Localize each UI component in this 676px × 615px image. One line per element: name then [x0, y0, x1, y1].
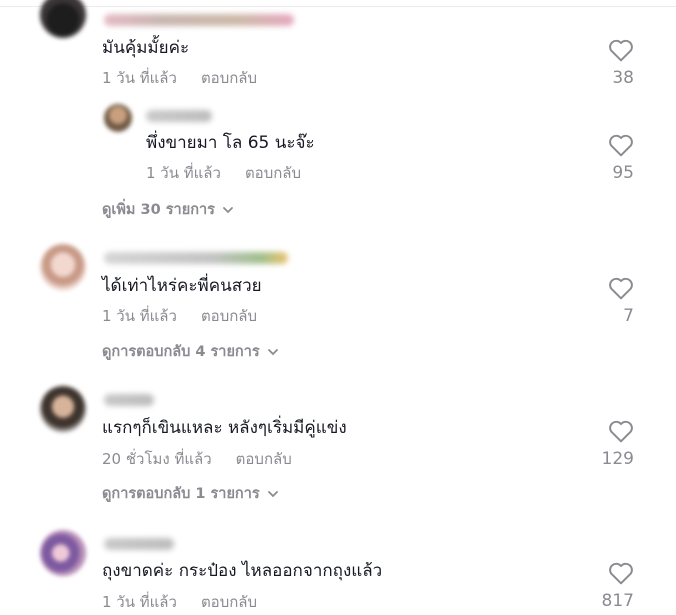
comment-time: 1 วัน ที่แล้ว: [102, 69, 177, 87]
view-more-label: ดูเพิ่ม 30 รายการ: [102, 202, 215, 218]
like-count: 95: [612, 163, 634, 183]
view-more-replies-button[interactable]: ดูเพิ่ม 30 รายการ: [102, 200, 235, 220]
username[interactable]: [104, 394, 154, 406]
heart-outline-icon[interactable]: [608, 419, 634, 443]
comment-text: พึ่งขายมา โล 65 นะจ๊ะ: [146, 133, 315, 153]
reply-button[interactable]: ตอบกลับ: [201, 593, 257, 611]
username[interactable]: [146, 110, 212, 122]
comment-time: 1 วัน ที่แล้ว: [146, 164, 221, 182]
comment-text: มันคุ้มมั้ยค่ะ: [102, 38, 190, 58]
comment-time: 1 วัน ที่แล้ว: [102, 307, 177, 325]
reply-button[interactable]: ตอบกลับ: [201, 69, 257, 87]
comment-text: ถุงขาดค่ะ กระป๋อง ไหลออกจากถุงแล้ว: [102, 561, 383, 581]
username[interactable]: [104, 14, 294, 26]
comment-text: ได้เท่าไหร่คะพี่คนสวย: [102, 276, 262, 296]
username[interactable]: [104, 538, 174, 550]
comment-meta: 20 ชั่วโมง ที่แล้ว ตอบกลับ: [102, 449, 292, 469]
like-count: 129: [601, 449, 634, 469]
heart-outline-icon[interactable]: [608, 276, 634, 300]
avatar[interactable]: [104, 104, 132, 132]
reply-button[interactable]: ตอบกลับ: [201, 307, 257, 325]
comment-text: แรกๆก็เขินแหละ หลังๆเริ่มมีคู่แข่ง: [102, 418, 347, 438]
username[interactable]: [104, 252, 288, 264]
heart-outline-icon[interactable]: [608, 561, 634, 585]
like-count: 817: [601, 591, 634, 611]
comment-meta: 1 วัน ที่แล้ว ตอบกลับ: [146, 163, 301, 183]
view-replies-button[interactable]: ดูการตอบกลับ 1 รายการ: [102, 484, 280, 504]
comment-meta: 1 วัน ที่แล้ว ตอบกลับ: [102, 68, 257, 88]
heart-outline-icon[interactable]: [608, 38, 634, 62]
view-replies-button[interactable]: ดูการตอบกลับ 4 รายการ: [102, 342, 280, 362]
like-count: 7: [623, 306, 634, 326]
comment-meta: 1 วัน ที่แล้ว ตอบกลับ: [102, 306, 257, 326]
top-divider: [0, 6, 676, 7]
avatar[interactable]: [40, 386, 86, 432]
reply-button[interactable]: ตอบกลับ: [236, 450, 292, 468]
comment-meta: 1 วัน ที่แล้ว ตอบกลับ: [102, 592, 257, 612]
chevron-down-icon: [267, 349, 278, 356]
reply-button[interactable]: ตอบกลับ: [245, 164, 301, 182]
like-count: 38: [612, 68, 634, 88]
comment-time: 20 ชั่วโมง ที่แล้ว: [102, 450, 212, 468]
chevron-down-icon: [223, 207, 233, 214]
view-replies-label: ดูการตอบกลับ 1 รายการ: [102, 486, 260, 502]
heart-outline-icon[interactable]: [608, 133, 634, 157]
chevron-down-icon: [267, 491, 278, 498]
avatar[interactable]: [40, 244, 86, 290]
avatar[interactable]: [40, 530, 86, 576]
avatar[interactable]: [40, 0, 86, 38]
view-replies-label: ดูการตอบกลับ 4 รายการ: [102, 344, 260, 360]
comment-time: 1 วัน ที่แล้ว: [102, 593, 177, 611]
